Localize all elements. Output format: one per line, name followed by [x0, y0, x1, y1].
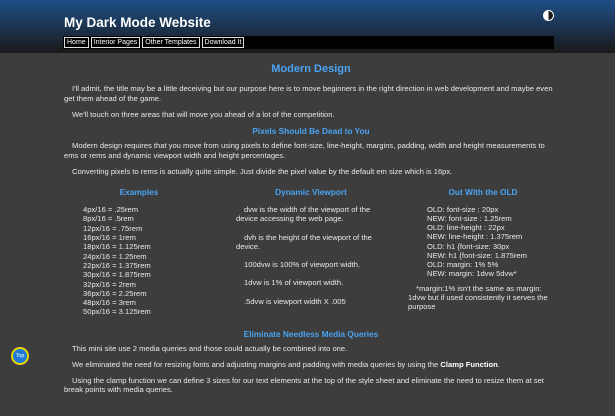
- section-heading-pixels: Pixels Should Be Dead to You: [252, 126, 370, 137]
- old-note: *margin:1% isn't the same as margin: 1dv…: [408, 283, 548, 312]
- clamp-function-label: Clamp Function: [440, 359, 498, 369]
- viewport-paragraph: dvw is the width of the viewport of the …: [236, 205, 371, 224]
- pixels-paragraph-1: Modern design requires that you move fro…: [64, 141, 545, 160]
- page-heading: Modern Design: [271, 63, 351, 75]
- three-columns: Examples 4px/16 = .25rem 8px/16 = .5rem …: [64, 187, 558, 319]
- theme-toggle-icon[interactable]: [543, 10, 554, 21]
- list-item: 16px/16 = 1rem: [83, 233, 136, 243]
- old-list: OLD: font-size : 20px NEW: font-size : 1…: [408, 205, 558, 278]
- list-item: NEW: h1 {font-size: 1.875rem: [427, 250, 527, 260]
- examples-heading: Examples: [119, 187, 159, 198]
- back-to-top-button[interactable]: Top: [11, 347, 29, 365]
- list-item: 48px/16 = 3rem: [83, 298, 136, 308]
- list-item: 36px/16 = 2.25rem: [83, 288, 147, 298]
- list-item: NEW: margin: 1dvw 5dvw*: [427, 268, 517, 278]
- old-heading: Out With the OLD: [448, 187, 518, 198]
- nav-home[interactable]: Home: [64, 37, 89, 48]
- list-item: 50px/16 = 3.125rem: [83, 307, 151, 317]
- site-title: My Dark Mode Website: [64, 15, 211, 30]
- viewport-paragraph: .5dvw is viewport width X .005: [244, 296, 346, 306]
- nav-interior-pages[interactable]: Interior Pages: [90, 37, 141, 48]
- media-paragraph-3: Using the clamp function we can define 3…: [64, 376, 544, 395]
- examples-column: Examples 4px/16 = .25rem 8px/16 = .5rem …: [64, 187, 214, 319]
- media-paragraph-2-end: .: [497, 359, 500, 369]
- list-item: 4px/16 = .25rem: [83, 205, 139, 215]
- list-item: NEW: font-size : 1.25rem: [427, 214, 512, 224]
- viewport-heading: Dynamic Viewport: [275, 187, 347, 198]
- media-paragraph-2: We eliminated the need for resizing font…: [64, 360, 558, 369]
- intro-paragraph-2: We'll touch on three areas that will mov…: [72, 109, 335, 119]
- main-nav: Home Interior Pages Other Templates Down…: [63, 36, 554, 49]
- viewport-paragraph: 100dvw is 100% of viewport width.: [244, 260, 361, 270]
- list-item: 12px/16 = .75rem: [83, 223, 143, 233]
- nav-download-it[interactable]: Download It: [201, 37, 245, 48]
- section-heading-media: Eliminate Needless Media Queries: [243, 328, 379, 339]
- list-item: 22px/16 = 1.375rem: [83, 260, 151, 270]
- list-item: 24px/16 = 1.25rem: [83, 251, 147, 261]
- viewport-paragraph: 1dvw is 1% of viewport width.: [244, 278, 344, 288]
- list-item: OLD: line-height : 22px: [427, 223, 505, 233]
- nav-other-templates[interactable]: Other Templates: [142, 37, 200, 48]
- examples-list: 4px/16 = .25rem 8px/16 = .5rem 12px/16 =…: [64, 205, 214, 317]
- pixels-paragraph-2: Converting pixels to rems is actually qu…: [72, 166, 453, 176]
- list-item: OLD: font-size : 20px: [427, 205, 499, 215]
- old-column: Out With the OLD OLD: font-size : 20px N…: [408, 187, 558, 319]
- list-item: NEW: line-height : 1.375rem: [427, 232, 523, 242]
- media-paragraph-1: This mini site use 2 media queries and t…: [72, 343, 348, 353]
- list-item: 18px/16 = 1.125rem: [83, 242, 151, 252]
- main-content: Modern Design I'll admit, the title may …: [64, 63, 558, 402]
- list-item: OLD: margin: 1% 5%: [427, 259, 499, 269]
- viewport-column: Dynamic Viewport dvw is the width of the…: [236, 187, 386, 319]
- list-item: 30px/16 = 1.875rem: [83, 270, 151, 280]
- viewport-paragraph: dvh is the height of the viewport of the…: [236, 232, 372, 251]
- site-header: My Dark Mode Website Home Interior Pages…: [0, 0, 615, 53]
- list-item: 8px/16 = .5rem: [83, 214, 134, 224]
- list-item: 32px/16 = 2rem: [83, 279, 136, 289]
- intro-paragraph-1: I'll admit, the title may be a little de…: [64, 84, 553, 103]
- media-paragraph-2-text: We eliminated the need for resizing font…: [72, 359, 441, 369]
- list-item: OLD: h1 {font-size: 30px: [427, 241, 510, 251]
